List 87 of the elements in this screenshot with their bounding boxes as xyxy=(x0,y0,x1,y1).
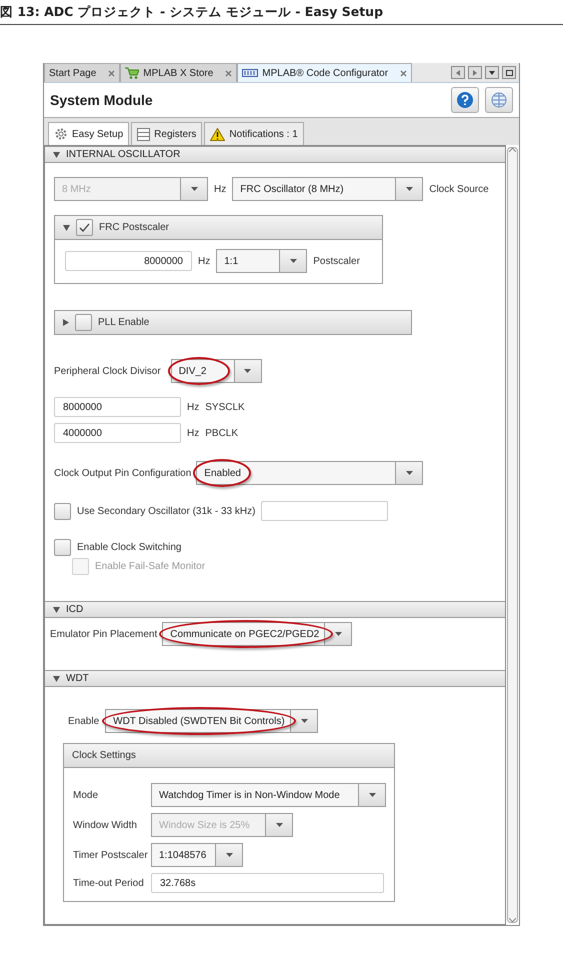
dropdown[interactable]: 1:1048576 xyxy=(151,843,243,867)
section-header[interactable]: WDT xyxy=(45,670,505,687)
chip-icon xyxy=(242,69,258,77)
highlight-ellipse xyxy=(168,357,230,385)
input-field[interactable] xyxy=(261,501,388,521)
dropdown[interactable]: DIV_2 xyxy=(170,359,262,383)
unit-label: Hz xyxy=(187,402,200,412)
expand-icon[interactable] xyxy=(53,152,60,158)
close-icon[interactable] xyxy=(108,70,116,76)
window-icon xyxy=(506,70,512,76)
cart-icon xyxy=(125,67,140,79)
field-label: Peripheral Clock Divisor xyxy=(54,366,161,376)
checkbox[interactable] xyxy=(54,502,71,520)
panel-title: Clock Settings xyxy=(72,750,136,761)
field-label: Window Width xyxy=(73,820,137,830)
caret-icon xyxy=(368,793,376,797)
panel-title: PLL Enable xyxy=(98,317,150,328)
globe-icon[interactable] xyxy=(485,87,513,113)
scroll-left-button[interactable] xyxy=(451,66,465,79)
gear-icon xyxy=(54,127,68,141)
field-label: Clock Source xyxy=(429,184,489,194)
dropdown-button[interactable] xyxy=(485,66,499,79)
frequency-field[interactable]: 4000000 xyxy=(54,423,181,443)
close-icon[interactable] xyxy=(400,70,408,76)
frequency-field[interactable]: 8000000 xyxy=(65,251,192,271)
caret-icon xyxy=(244,369,252,373)
checkbox-label: Use Secondary Oscillator (31k - 33 kHz) xyxy=(77,506,256,516)
caret-icon xyxy=(489,70,495,74)
field-label: Postscaler xyxy=(313,256,360,266)
section-header[interactable]: INTERNAL OSCILLATOR xyxy=(45,146,505,163)
output-field: 32.768s xyxy=(151,873,384,893)
highlight-ellipse xyxy=(193,459,252,487)
clock-name: SYSCLK xyxy=(205,402,245,412)
field-label: Clock Output Pin Configuration xyxy=(54,468,192,478)
caret-icon xyxy=(300,719,308,723)
help-button[interactable] xyxy=(451,87,479,113)
unit-label: Hz xyxy=(198,256,210,266)
field-label: Time-out Period xyxy=(73,878,144,888)
field-label: Emulator Pin Placement xyxy=(50,628,158,640)
left-arrow-icon xyxy=(456,70,460,76)
list-icon xyxy=(137,128,150,140)
expand-icon[interactable] xyxy=(63,319,69,326)
scrollbar[interactable] xyxy=(507,147,518,923)
caret-icon xyxy=(190,187,198,191)
maximize-button[interactable] xyxy=(502,66,516,79)
section-header[interactable]: ICD xyxy=(45,601,505,618)
expand-icon[interactable] xyxy=(63,224,70,230)
editor-tab[interactable]: Start Page xyxy=(44,63,120,82)
warning-icon xyxy=(210,128,226,140)
dropdown[interactable]: Watchdog Timer is in Non-Window Mode xyxy=(151,783,386,807)
panel-title: FRC Postscaler xyxy=(99,222,170,233)
unit-label: Hz xyxy=(187,428,200,438)
checkbox[interactable] xyxy=(75,314,92,331)
expand-icon[interactable] xyxy=(53,606,60,612)
editor-tab[interactable]: MPLAB® Code Configurator xyxy=(237,63,412,82)
dropdown[interactable]: 1:1 xyxy=(216,249,308,273)
caret-icon xyxy=(406,187,413,191)
dropdown[interactable]: Enabled xyxy=(196,461,424,485)
caret-icon xyxy=(334,632,342,636)
checkbox-label: Enable Clock Switching xyxy=(77,542,182,553)
dropdown[interactable]: FRC Oscillator (8 MHz) xyxy=(232,177,424,201)
check-icon xyxy=(79,222,90,232)
checkbox-label: Enable Fail-Safe Monitor xyxy=(95,561,206,572)
view-tab[interactable]: Registers xyxy=(131,122,202,145)
close-icon[interactable] xyxy=(225,70,232,76)
field-label: Enable xyxy=(68,716,100,726)
editor-tab[interactable]: MPLAB X Store xyxy=(120,63,238,82)
caret-icon xyxy=(406,471,413,475)
right-arrow-icon xyxy=(473,70,477,76)
unit-label: Hz xyxy=(214,184,226,194)
field-label: Timer Postscaler xyxy=(73,850,148,860)
caret-icon xyxy=(226,853,232,857)
help-icon xyxy=(457,92,473,108)
clock-name: PBCLK xyxy=(205,428,238,438)
checkbox[interactable] xyxy=(54,539,71,556)
figure-caption: 図 13: ADC プロジェクト - システム モジュール - Easy Setup xyxy=(0,0,563,25)
view-tab[interactable]: Easy Setup xyxy=(48,122,130,145)
view-tab[interactable]: Notifications : 1 xyxy=(204,122,304,145)
caret-icon xyxy=(290,259,297,263)
field-label: Mode xyxy=(73,790,98,800)
checkbox[interactable] xyxy=(76,219,93,236)
frequency-field[interactable]: 8000000 xyxy=(54,397,181,417)
module-title: System Module xyxy=(50,92,153,108)
dropdown[interactable]: WDT Disabled (SWDTEN Bit Controls) xyxy=(105,709,318,733)
caret-icon xyxy=(276,823,282,827)
expand-icon[interactable] xyxy=(53,676,60,682)
dropdown[interactable]: Communicate on PGEC2/PGED2 xyxy=(162,622,352,646)
